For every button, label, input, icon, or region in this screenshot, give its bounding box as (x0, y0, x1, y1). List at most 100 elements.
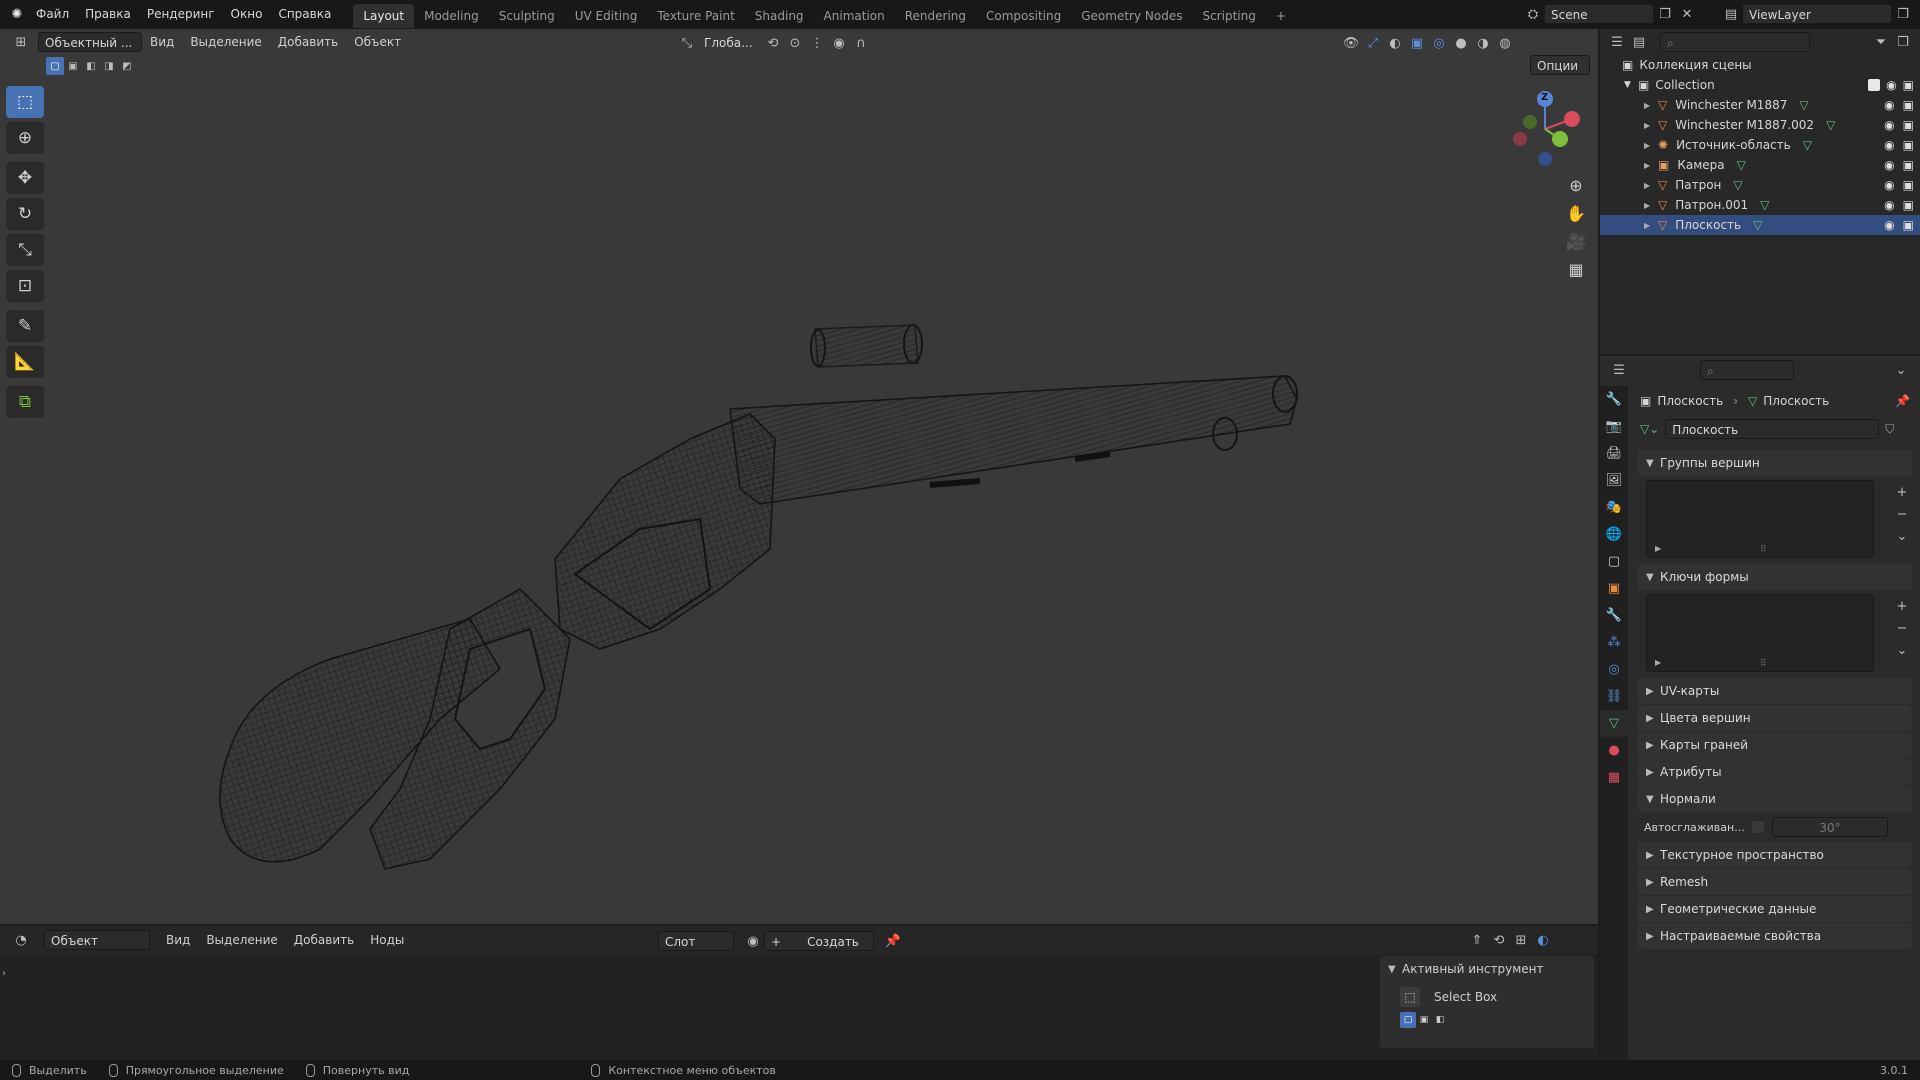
snap-target-icon[interactable]: ⋮ (806, 32, 828, 54)
parent-node-icon[interactable]: ⇑ (1466, 929, 1488, 951)
output-tab-icon[interactable]: 🖨 (1600, 440, 1628, 467)
world-tab-icon[interactable]: 🌐 (1600, 521, 1628, 548)
mesh-datablock-icon[interactable]: ▽⌄ (1640, 422, 1659, 436)
tab-shading[interactable]: Shading (745, 4, 814, 28)
orientation-dropdown[interactable]: Глоба... (698, 33, 762, 53)
measure-tool-icon[interactable]: 📐 (6, 346, 44, 378)
viewport-menu-add[interactable]: Добавить (270, 29, 346, 55)
material-tab-icon[interactable]: ● (1600, 737, 1628, 764)
scene-tab-icon[interactable]: 🎭 (1600, 494, 1628, 521)
camera-view-icon[interactable]: 🎥 (1562, 227, 1590, 255)
visibility-eye-icon[interactable]: ◉ (1884, 118, 1894, 132)
select-box-tool-icon[interactable]: ⬚ (6, 86, 44, 118)
autosmooth-checkbox[interactable] (1752, 821, 1764, 833)
collection-tab-icon[interactable]: ▢ (1600, 548, 1628, 575)
delete-scene-icon[interactable]: ✕ (1676, 3, 1698, 25)
sidebar-toggle-icon[interactable]: › (2, 968, 6, 979)
expand-chevron-icon[interactable]: ▶ (1644, 101, 1658, 110)
outliner-item-row[interactable]: ▶ ▽ Winchester M1887 ▽ ◉ ▣ (1600, 95, 1920, 115)
tool-tab-icon[interactable]: 🔧 (1600, 386, 1628, 413)
expand-chevron-icon[interactable]: ▶ (1644, 161, 1658, 170)
node-snap-target-icon[interactable]: ⊞ (1510, 929, 1532, 951)
menu-edit[interactable]: Правка (77, 0, 139, 29)
outliner-search-input[interactable]: ⌕ (1660, 32, 1810, 52)
shape-keys-list[interactable]: ▶ ⠿ + − ⌄ (1646, 594, 1907, 672)
viewport-menu-view[interactable]: Вид (142, 29, 182, 55)
list-expand-icon[interactable]: ▶ (1655, 658, 1661, 667)
annotate-tool-icon[interactable]: ✎ (6, 310, 44, 342)
mode-subtract-icon[interactable]: ◧ (1432, 1012, 1448, 1028)
viewport-menu-select[interactable]: Выделение (182, 29, 269, 55)
visibility-eye-icon[interactable]: ◉ (1884, 218, 1894, 232)
pivot-icon[interactable]: ⟲ (762, 32, 784, 54)
shader-type-dropdown[interactable]: Объект (44, 930, 150, 950)
xray-icon[interactable]: ▣ (1406, 32, 1428, 54)
render-tab-icon[interactable]: 📷 (1600, 413, 1628, 440)
material-browse-icon[interactable]: ◉ (742, 930, 764, 952)
render-camera-icon[interactable]: ▣ (1903, 198, 1914, 212)
visibility-eye-icon[interactable]: ◉ (1884, 98, 1894, 112)
filter-icon[interactable]: ⏷ (1870, 31, 1892, 53)
properties-editor-type-icon[interactable]: ☰ (1608, 359, 1630, 381)
mode-extend-icon[interactable]: ▣ (1416, 1012, 1432, 1028)
render-camera-icon[interactable]: ▣ (1903, 218, 1914, 232)
collapsed-panel[interactable]: ▶ Remesh (1638, 869, 1912, 895)
visibility-eye-icon[interactable]: ◉ (1886, 78, 1896, 92)
menu-render[interactable]: Рендеринг (139, 0, 223, 29)
tab-rendering[interactable]: Rendering (895, 4, 976, 28)
proportional-edit-icon[interactable]: ◉ (828, 32, 850, 54)
expand-chevron-icon[interactable]: ▼ (1624, 80, 1638, 90)
outliner-item-row[interactable]: ▶ ▣ Камера ▽ ◉ ▣ (1600, 155, 1920, 175)
object-tab-icon[interactable]: ▣ (1600, 575, 1628, 602)
outliner-item-row[interactable]: ▶ ▽ Winchester M1887.002 ▽ ◉ ▣ (1600, 115, 1920, 135)
scale-tool-icon[interactable]: ⤡ (6, 234, 44, 266)
tab-sculpting[interactable]: Sculpting (489, 4, 565, 28)
visibility-eye-icon[interactable]: ◉ (1884, 138, 1894, 152)
snap-icon[interactable]: ⊙ (784, 32, 806, 54)
view-layer-tab-icon[interactable]: 🖼 (1600, 467, 1628, 494)
slot-dropdown[interactable]: Слот (658, 931, 734, 951)
cursor-tool-icon[interactable]: ⊕ (6, 122, 44, 154)
select-subtract-icon[interactable]: ◧ (82, 57, 100, 75)
constraints-tab-icon[interactable]: ⛓ (1600, 683, 1628, 710)
tab-geometry-nodes[interactable]: Geometry Nodes (1071, 4, 1192, 28)
data-tab-icon[interactable]: ▽ (1600, 710, 1628, 737)
transform-orientation-icon[interactable]: ⤡ (676, 32, 698, 54)
normals-panel[interactable]: ▼ Нормали (1638, 786, 1912, 812)
collapsed-panel[interactable]: ▶ Настраиваемые свойства (1638, 923, 1912, 949)
mode-dropdown[interactable]: Объектный ... (38, 32, 142, 52)
tab-uv-editing[interactable]: UV Editing (565, 4, 648, 28)
move-tool-icon[interactable]: ✥ (6, 162, 44, 194)
shape-keys-panel[interactable]: ▼ Ключи формы (1638, 564, 1912, 590)
visibility-eye-icon[interactable]: ◉ (1884, 158, 1894, 172)
snap-node-icon[interactable]: ⟲ (1488, 929, 1510, 951)
3d-viewport[interactable]: Z ⊕ ✋ 🎥 ▦ Опции (0, 29, 1598, 924)
particles-tab-icon[interactable]: ⁂ (1600, 629, 1628, 656)
menu-help[interactable]: Справка (270, 0, 339, 29)
visibility-eye-icon[interactable]: ◉ (1884, 198, 1894, 212)
pin-icon[interactable]: 📌 (1895, 394, 1910, 408)
render-camera-icon[interactable]: ▣ (1903, 158, 1914, 172)
collapsed-panel[interactable]: ▶ UV-карты (1638, 678, 1912, 704)
list-resize-handle-icon[interactable]: ⠿ (1760, 659, 1767, 669)
visibility-icon[interactable]: 👁 (1340, 32, 1362, 54)
tab-texture-paint[interactable]: Texture Paint (647, 4, 744, 28)
tab-animation[interactable]: Animation (814, 4, 895, 28)
render-camera-icon[interactable]: ▣ (1903, 78, 1914, 92)
shader-menu-node[interactable]: Ноды (362, 927, 412, 953)
pan-hand-icon[interactable]: ✋ (1562, 199, 1590, 227)
list-resize-handle-icon[interactable]: ⠿ (1760, 545, 1767, 555)
add-shape-key-button[interactable]: + (1891, 595, 1913, 617)
expand-chevron-icon[interactable]: ▶ (1644, 201, 1658, 210)
datablock-name-field[interactable]: Плоскость (1665, 419, 1880, 439)
ortho-grid-icon[interactable]: ▦ (1562, 255, 1590, 283)
add-vertex-group-button[interactable]: + (1891, 481, 1913, 503)
shader-menu-select[interactable]: Выделение (198, 927, 285, 953)
fake-user-shield-icon[interactable]: ⛉ (1885, 422, 1894, 437)
scene-name-field[interactable]: Scene (1544, 4, 1654, 24)
shotgun-wireframe-model[interactable] (0, 29, 1598, 924)
expand-chevron-icon[interactable]: ▶ (1644, 181, 1658, 190)
blender-logo-icon[interactable]: ✺ (6, 4, 28, 26)
menu-window[interactable]: Окно (223, 0, 271, 29)
list-expand-icon[interactable]: ▶ (1655, 544, 1661, 553)
